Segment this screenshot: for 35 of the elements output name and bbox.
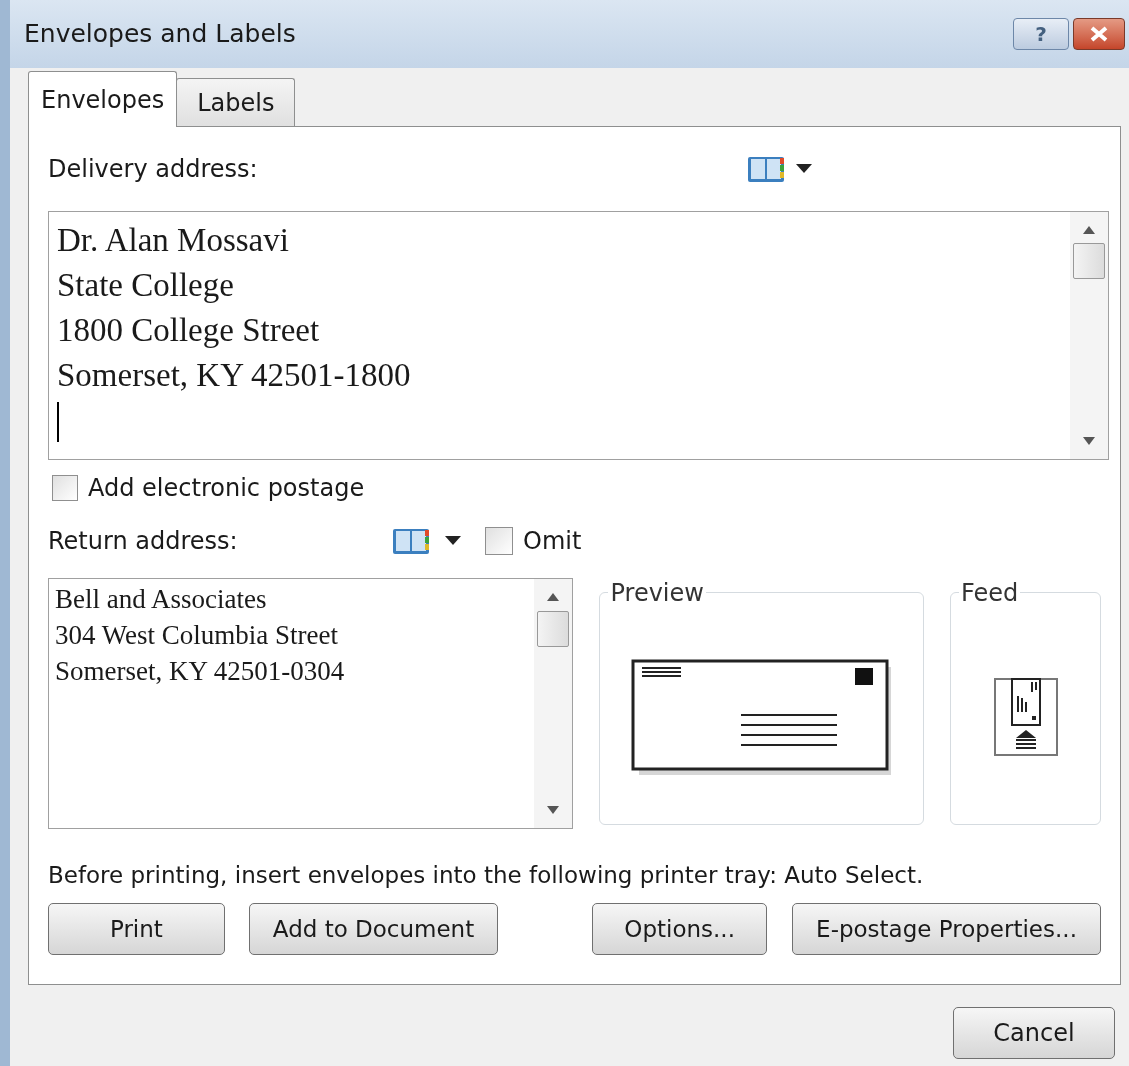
help-button[interactable]: ?: [1013, 18, 1069, 50]
checkbox[interactable]: [52, 475, 78, 501]
scroll-up-icon[interactable]: [547, 593, 560, 601]
scroll-thumb[interactable]: [1073, 242, 1105, 279]
checkbox[interactable]: [485, 527, 513, 555]
return-address-label: Return address:: [48, 526, 239, 557]
scroll-down-icon[interactable]: [547, 806, 560, 814]
close-icon: [1089, 26, 1109, 42]
feed-icon: [993, 677, 1058, 756]
scroll-thumb[interactable]: [537, 610, 570, 647]
dropdown-caret-icon[interactable]: [445, 536, 461, 546]
envelope-icon: [630, 658, 893, 777]
dialog-button[interactable]: Print: [48, 903, 225, 955]
scroll-down-icon[interactable]: [1083, 437, 1095, 445]
address-book-icon[interactable]: [391, 526, 431, 556]
instruction-text: Before printing, insert envelopes into the following printer tray: Auto Select.: [48, 860, 924, 890]
dialog-button[interactable]: Options...: [592, 903, 768, 955]
scrollbar[interactable]: [1070, 212, 1108, 459]
checkbox-label: Add electronic postage: [88, 473, 365, 504]
dialog-button[interactable]: Add to Document: [248, 903, 499, 955]
close-button[interactable]: [1073, 18, 1125, 50]
return-address-field[interactable]: Bell and Associates 304 West Columbia Street Somerset, KY 42501-0304: [48, 578, 574, 829]
cancel-button[interactable]: Cancel: [953, 1007, 1115, 1059]
scroll-up-icon[interactable]: [1083, 226, 1095, 234]
dialog-button[interactable]: E-postage Properties...: [792, 903, 1101, 955]
address-book-icon[interactable]: [746, 154, 786, 184]
delivery-address-label: Delivery address:: [48, 154, 259, 185]
window-title: Envelopes and Labels: [24, 18, 296, 51]
scrollbar[interactable]: [534, 579, 573, 828]
tab[interactable]: Labels: [176, 78, 296, 126]
checkbox-label: Omit: [523, 526, 582, 557]
tab[interactable]: Envelopes: [28, 71, 178, 127]
dropdown-caret-icon[interactable]: [796, 164, 812, 174]
delivery-address-field[interactable]: Dr. Alan Mossavi State College 1800 College Street Somerset, KY 42501-1800: [48, 211, 1109, 460]
text-cursor: [57, 402, 59, 442]
